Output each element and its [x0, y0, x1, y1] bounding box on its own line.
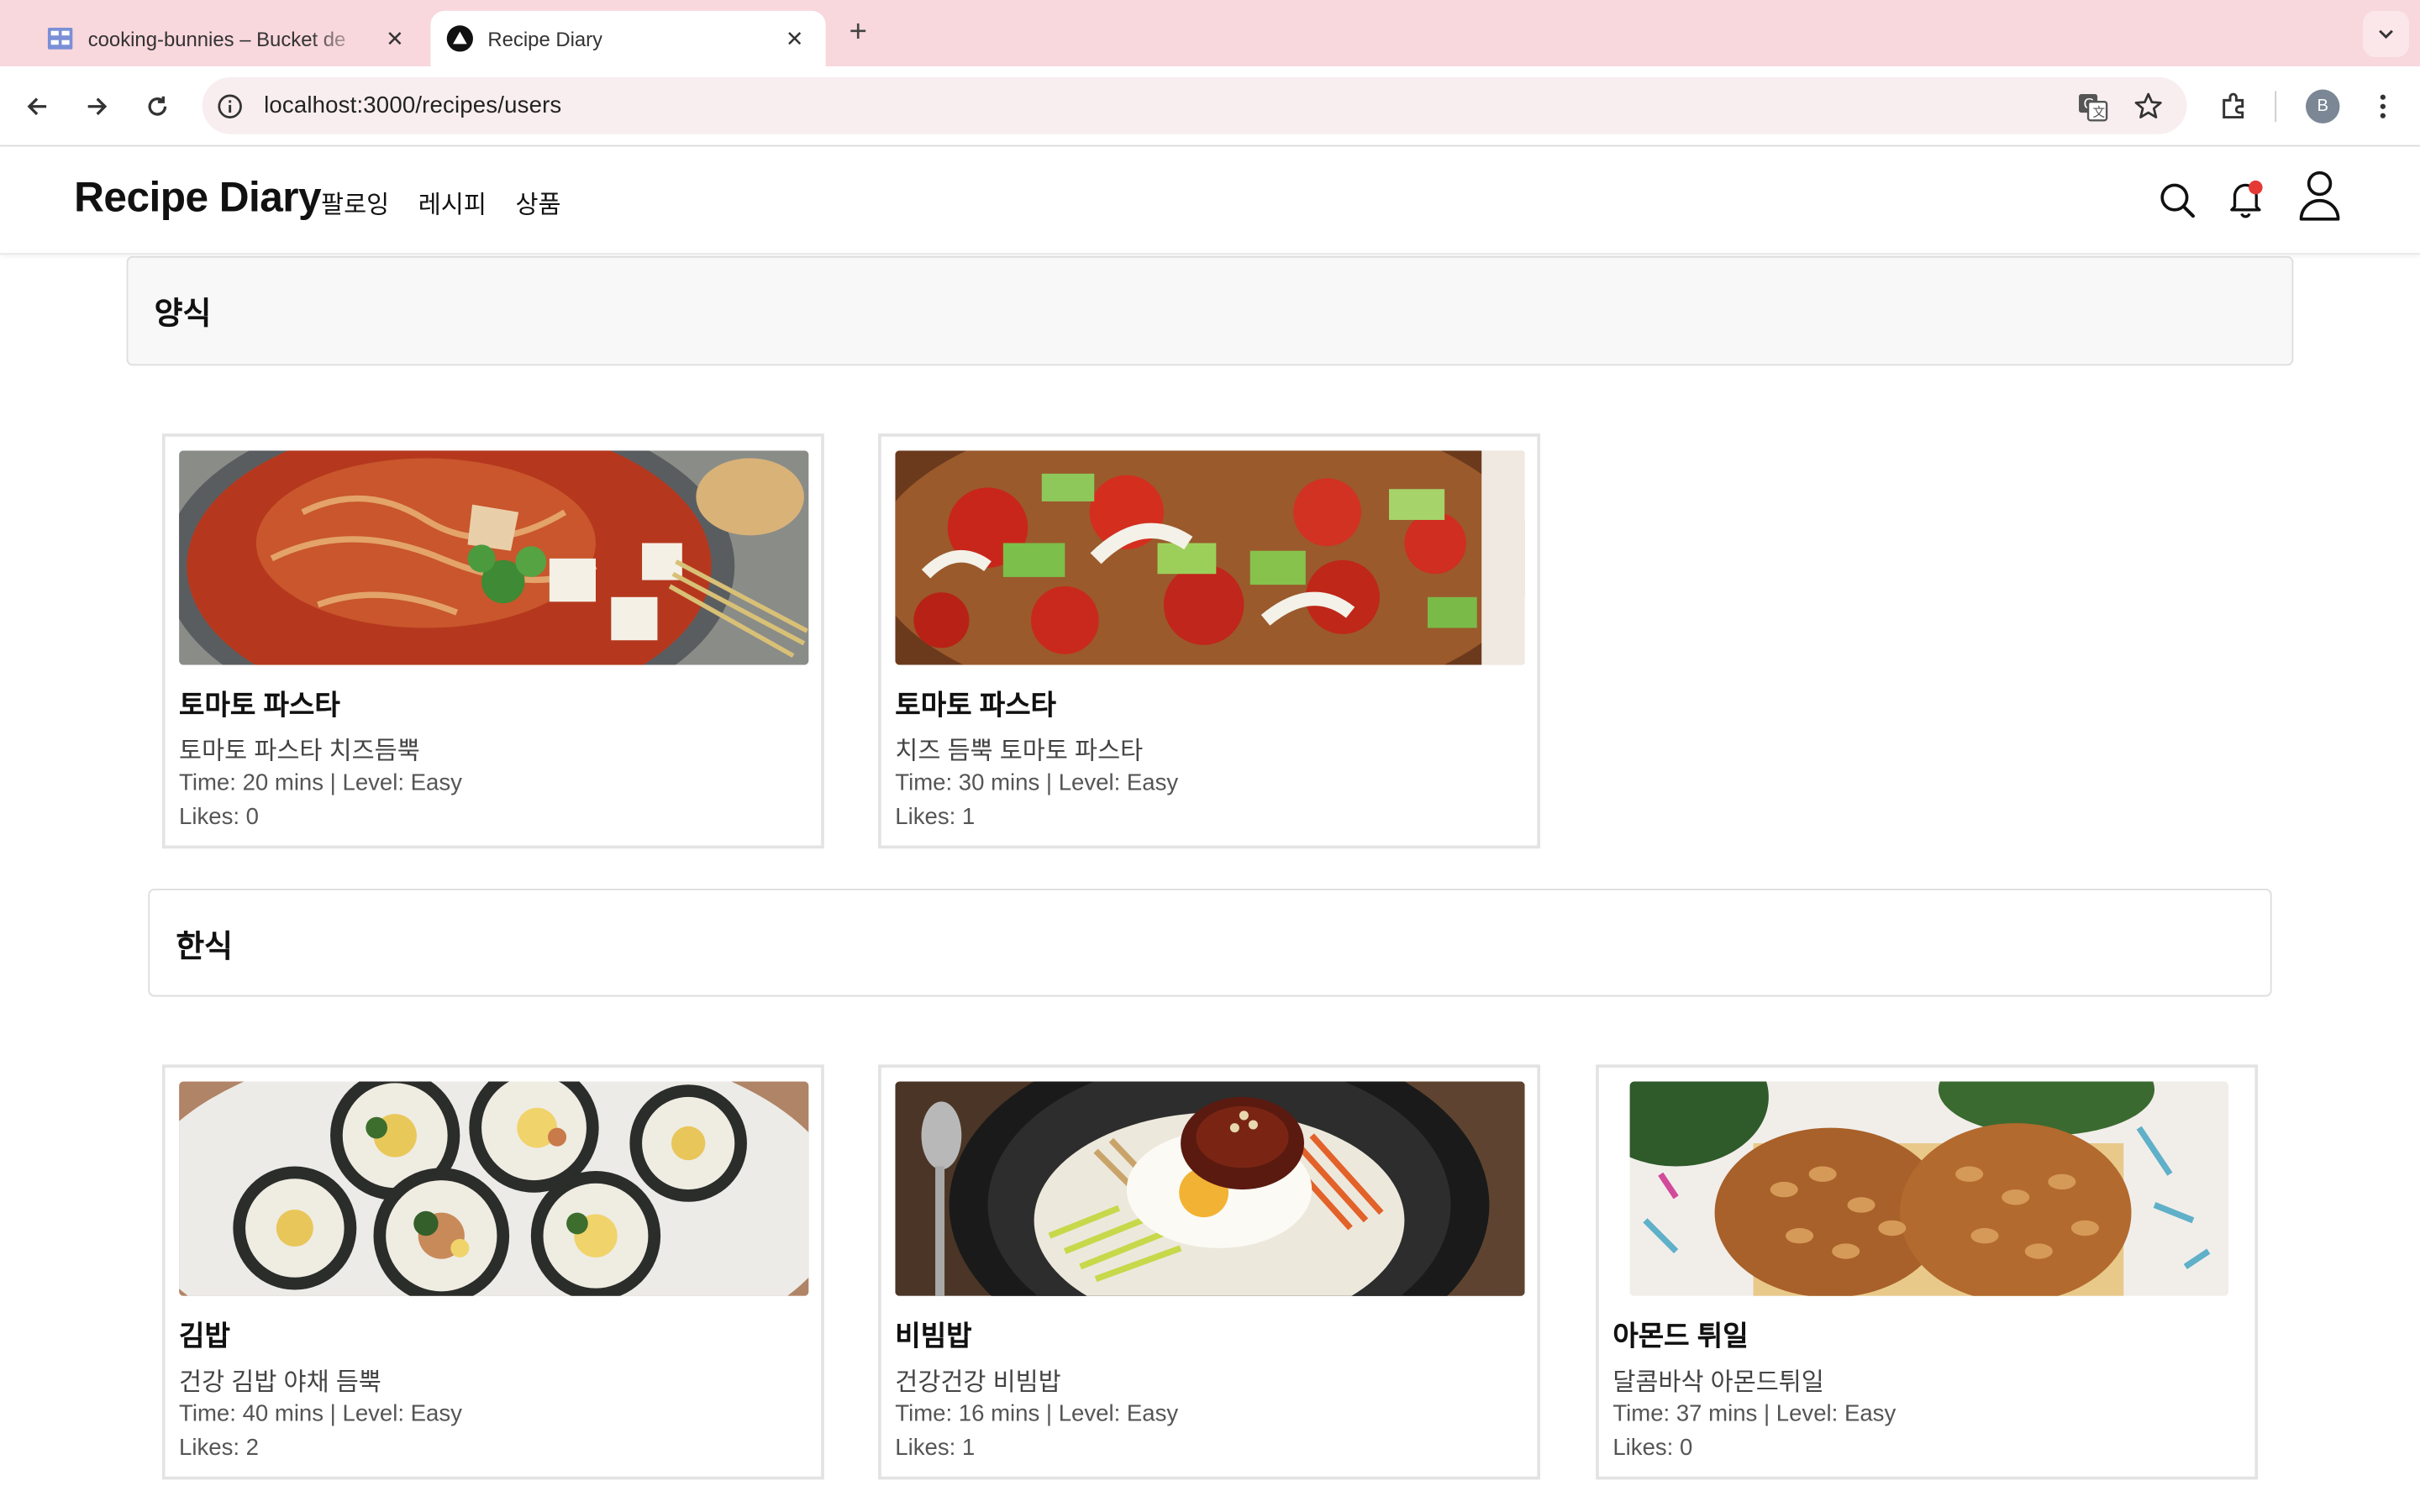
recipe-meta: Time: 37 mins | Level: Easy [1612, 1400, 1897, 1427]
recipe-meta: Time: 40 mins | Level: Easy [179, 1400, 462, 1427]
brand-logo[interactable]: Recipe Diary [74, 175, 321, 223]
chevron-down-icon [2379, 29, 2393, 39]
arrow-left-icon [27, 97, 47, 116]
recipe-meta: Time: 20 mins | Level: Easy [179, 769, 462, 796]
category-title: 양식 [154, 297, 212, 332]
recipe-photo [179, 1081, 809, 1296]
tab-title: cooking-bunnies – Bucket de [87, 27, 346, 50]
toolbar-divider [2275, 91, 2277, 123]
browser-tab-strip: cooking-bunnies – Bucket de ✕ Recipe Dia… [0, 0, 2420, 66]
tab-cooking-bunnies[interactable]: cooking-bunnies – Bucket de ✕ [28, 11, 429, 66]
recipe-card[interactable]: 비빔밥 건강건강 비빔밥 Time: 16 mins | Level: Easy… [878, 1064, 1541, 1480]
url-text[interactable]: localhost:3000/recipes/users [264, 92, 561, 118]
browser-toolbar: localhost:3000/recipes/users G文 B [0, 66, 2420, 147]
recipe-meta: Time: 16 mins | Level: Easy [895, 1400, 1179, 1427]
profile-avatar[interactable]: B [2306, 89, 2340, 123]
back-button[interactable] [18, 88, 55, 125]
more-vert-icon [2380, 94, 2386, 118]
reload-icon [148, 96, 167, 116]
notification-dot [2249, 180, 2263, 195]
screen: cooking-bunnies – Bucket de ✕ Recipe Dia… [0, 0, 2420, 1508]
recipe-description: 치즈 듬뿍 토마토 파스타 [895, 738, 1144, 766]
recipe-card[interactable]: 토마토 파스타 치즈 듬뿍 토마토 파스타 Time: 30 mins | Le… [878, 433, 1541, 849]
recipe-title: 토마토 파스타 [179, 690, 340, 721]
translate-icon[interactable]: G文 [2077, 90, 2108, 121]
recipe-likes: Likes: 1 [895, 1435, 976, 1462]
recipe-likes: Likes: 0 [179, 803, 260, 831]
recipe-title: 토마토 파스타 [895, 690, 1056, 721]
forward-button[interactable] [79, 88, 116, 125]
bucket-icon [47, 28, 73, 50]
recipe-meta: Time: 30 mins | Level: Easy [895, 769, 1179, 796]
recipe-title: 아몬드 튀일 [1612, 1320, 1749, 1352]
recipe-card[interactable]: 토마토 파스타 토마토 파스타 치즈듬뿍 Time: 20 mins | Lev… [161, 433, 824, 849]
close-icon[interactable]: ✕ [786, 25, 804, 51]
profile-button[interactable] [2293, 168, 2345, 223]
recipe-photo [895, 450, 1525, 665]
close-icon[interactable]: ✕ [386, 25, 404, 51]
nav-recipes[interactable]: 레시피 [418, 184, 487, 221]
recipe-title: 김밥 [179, 1320, 230, 1352]
recipe-photo [179, 450, 809, 665]
address-bar[interactable]: localhost:3000/recipes/users G文 [202, 76, 2187, 134]
recipe-likes: Likes: 1 [895, 803, 976, 831]
site-info-icon[interactable] [216, 92, 244, 119]
recipe-description: 토마토 파스타 치즈듬뿍 [179, 738, 420, 766]
category-header-western: 양식 [126, 255, 2294, 366]
new-tab-button[interactable]: + [841, 15, 875, 50]
recipe-likes: Likes: 2 [179, 1435, 260, 1462]
nav-products[interactable]: 상품 [515, 184, 560, 221]
bookmark-star-icon[interactable] [2133, 90, 2164, 121]
recipe-photo [1629, 1081, 2229, 1296]
browser-menu-button[interactable] [2365, 88, 2402, 125]
search-icon [2160, 183, 2195, 218]
arrow-right-icon [87, 97, 108, 116]
notifications-button[interactable] [2223, 176, 2269, 222]
svg-text:文: 文 [2093, 105, 2106, 119]
extensions-button[interactable] [2215, 88, 2252, 125]
puzzle-icon [2223, 92, 2244, 119]
reload-button[interactable] [139, 88, 176, 125]
bell-icon [2230, 180, 2263, 218]
recipe-description: 달콤바삭 아몬드튀일 [1612, 1369, 1824, 1397]
category-header-korean: 한식 [148, 888, 2272, 997]
recipe-photo [895, 1081, 1525, 1296]
recipe-card[interactable]: 김밥 건강 김밥 야채 듬뿍 Time: 40 mins | Level: Ea… [161, 1064, 824, 1480]
tab-search-button[interactable] [2362, 10, 2410, 57]
recipe-description: 건강건강 비빔밥 [895, 1369, 1061, 1397]
nav-following[interactable]: 팔로잉 [321, 184, 389, 221]
site-logo-icon [446, 25, 473, 52]
recipe-card[interactable]: 아몬드 튀일 달콤바삭 아몬드튀일 Time: 37 mins | Level:… [1596, 1064, 2259, 1480]
recipe-description: 건강 김밥 야채 듬뿍 [179, 1369, 381, 1397]
recipe-likes: Likes: 0 [1612, 1435, 1693, 1462]
category-title: 한식 [176, 930, 233, 964]
search-button[interactable] [2154, 177, 2201, 223]
user-icon [2299, 171, 2340, 221]
app-header: Recipe Diary 팔로잉 레시피 상품 [0, 146, 2420, 255]
recipe-title: 비빔밥 [895, 1320, 972, 1352]
tab-title: Recipe Diary [487, 27, 603, 50]
tab-recipe-diary[interactable]: Recipe Diary ✕ [430, 10, 826, 66]
